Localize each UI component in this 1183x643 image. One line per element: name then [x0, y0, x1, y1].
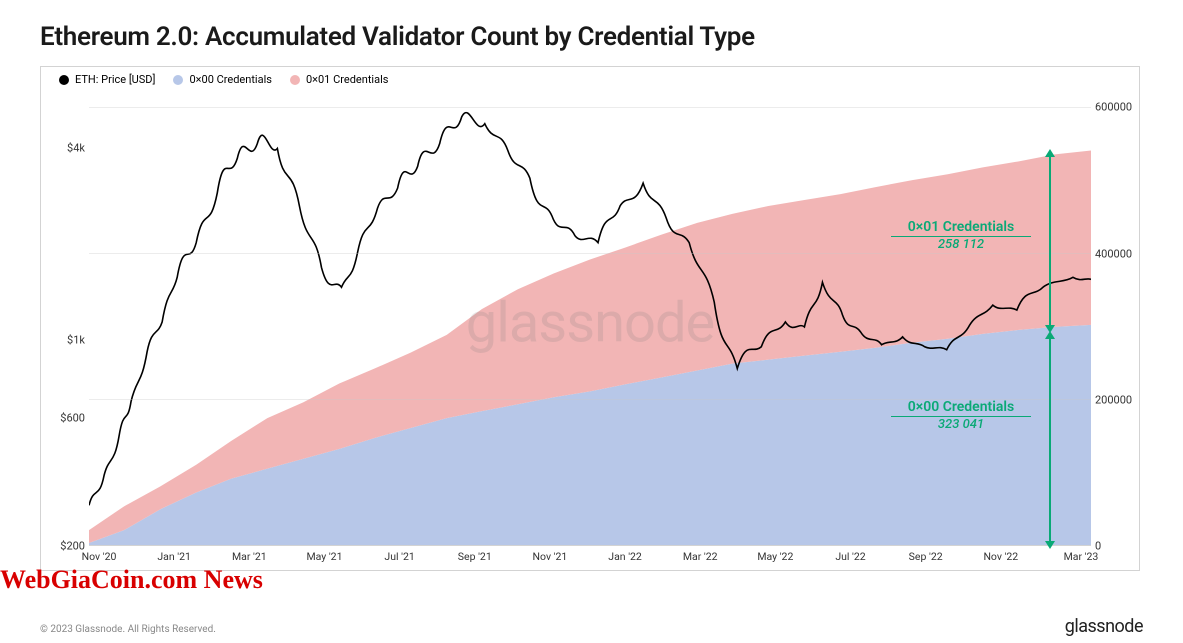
x-tick: Mar '23: [1064, 550, 1099, 563]
grid-line: [89, 107, 1091, 108]
x-tick: Jul '21: [384, 550, 414, 563]
annotation-label: 0×00 Credentials: [891, 399, 1031, 415]
arrow-down-icon: [1045, 541, 1055, 549]
y-axis-left: $4k $1k $600 $200: [47, 89, 87, 546]
x-tick: Nov '21: [533, 550, 568, 563]
y-left-tick: $1k: [67, 334, 85, 347]
annotation-0x00: 0×00 Credentials 323 041: [891, 399, 1031, 432]
legend-label: ETH: Price [USD]: [75, 73, 155, 86]
x-axis: Nov '20 Jan '21 Mar '21 May '21 Jul '21 …: [89, 550, 1091, 566]
y-left-tick: $600: [60, 412, 85, 425]
x-tick: Mar '21: [232, 550, 267, 563]
plot-area: glassnode 0×01 Credentials 258 112 0×00 …: [89, 89, 1091, 546]
x-tick: Sep '22: [909, 550, 943, 563]
legend-item-0x01: 0×01 Credentials: [290, 73, 388, 86]
brand-logo-text: glassnode: [1065, 616, 1143, 637]
y-right-tick: 600000: [1095, 101, 1132, 114]
legend-label: 0×00 Credentials: [189, 73, 271, 86]
range-arrow-0x01: [1049, 155, 1051, 327]
arrow-up-icon: [1045, 331, 1055, 339]
annotation-value: 258 112: [891, 237, 1031, 252]
overlay-watermark-news: WebGiaCoin.com News: [0, 565, 263, 595]
legend-item-price: ETH: Price [USD]: [59, 73, 155, 86]
chart-title: Ethereum 2.0: Accumulated Validator Coun…: [40, 22, 1143, 52]
y-right-tick: 200000: [1095, 393, 1132, 406]
arrow-up-icon: [1045, 149, 1055, 157]
legend: ETH: Price [USD] 0×00 Credentials 0×01 C…: [59, 73, 388, 86]
chart-svg: [89, 89, 1091, 545]
x-tick: Nov '22: [983, 550, 1018, 563]
annotation-0x01: 0×01 Credentials 258 112: [891, 219, 1031, 252]
x-tick: Nov '20: [82, 550, 117, 563]
y-left-tick: $4k: [67, 142, 85, 155]
y-right-tick: 400000: [1095, 247, 1132, 260]
annotation-value: 323 041: [891, 417, 1031, 432]
legend-dot-blue: [173, 75, 183, 85]
legend-dot-black: [59, 75, 69, 85]
grid-line: [89, 253, 1091, 254]
x-tick: Jan '22: [608, 550, 642, 563]
range-arrow-0x00: [1049, 337, 1051, 543]
legend-dot-pink: [290, 75, 300, 85]
x-tick: Jul '22: [835, 550, 865, 563]
x-tick: May '21: [306, 550, 342, 563]
x-tick: Jan '21: [157, 550, 191, 563]
y-axis-right: 600000 400000 200000 0: [1093, 89, 1133, 546]
chart-container: ETH: Price [USD] 0×00 Credentials 0×01 C…: [40, 66, 1140, 571]
x-tick: May '22: [757, 550, 793, 563]
legend-item-0x00: 0×00 Credentials: [173, 73, 271, 86]
annotation-label: 0×01 Credentials: [891, 219, 1031, 235]
legend-label: 0×01 Credentials: [306, 73, 388, 86]
x-tick: Sep '21: [458, 550, 492, 563]
copyright-footer: © 2023 Glassnode. All Rights Reserved.: [40, 624, 216, 635]
x-tick: Mar '22: [683, 550, 718, 563]
